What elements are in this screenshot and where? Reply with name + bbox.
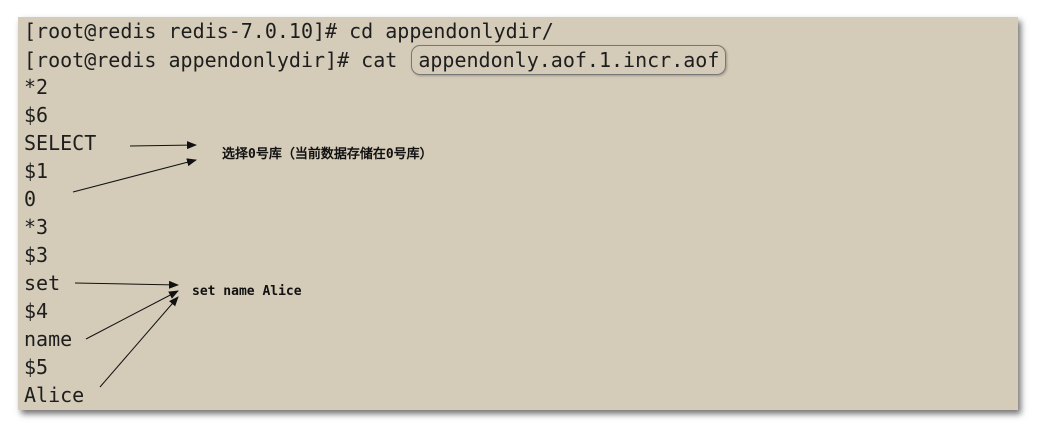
arrow-name-to-note [85,290,179,340]
arrow-zero-to-note [72,158,197,193]
arrow-select-to-note [129,141,197,150]
arrow-alice-to-note [99,296,179,388]
annotation-arrows [72,141,197,388]
terminal-window: [root@redis redis-7.0.10]# cd appendonly… [18,17,1018,410]
arrow-set-to-note [74,280,179,289]
